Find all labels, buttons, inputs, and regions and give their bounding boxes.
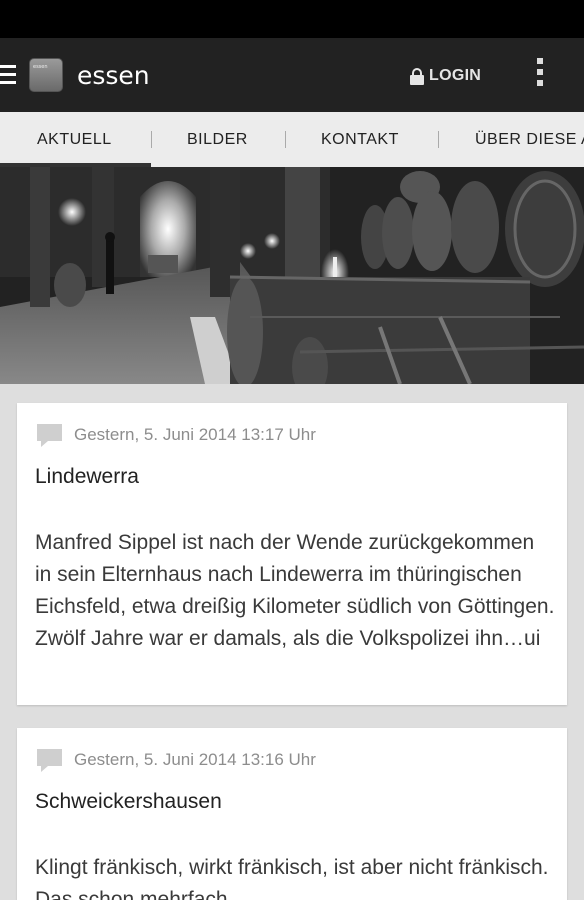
- article-title[interactable]: Schweickershausen: [35, 790, 222, 814]
- app-logo-text: essen: [33, 64, 48, 70]
- login-button[interactable]: LOGIN: [410, 65, 481, 87]
- article-meta: Gestern, 5. Juni 2014 13:17 Uhr: [37, 423, 316, 447]
- article-excerpt: Manfred Sippel ist nach der Wende zurück…: [35, 531, 555, 650]
- menu-icon[interactable]: [0, 65, 16, 85]
- article-date: Gestern, 5. Juni 2014 13:17 Uhr: [74, 425, 316, 444]
- article-date: Gestern, 5. Juni 2014 13:16 Uhr: [74, 750, 316, 769]
- tab-ueber[interactable]: ÜBER DIESE A: [475, 112, 584, 167]
- article-excerpt: Klingt fränkisch, wirkt fränkisch, ist a…: [35, 856, 549, 900]
- tab-divider: [151, 131, 152, 148]
- article-card[interactable]: Gestern, 5. Juni 2014 13:16 Uhr Schweick…: [17, 728, 567, 900]
- article-title[interactable]: Lindewerra: [35, 465, 139, 489]
- tab-divider: [285, 131, 286, 148]
- tab-aktuell[interactable]: AKTUELL: [0, 112, 151, 167]
- overflow-menu-icon[interactable]: [532, 58, 548, 94]
- tab-bilder[interactable]: BILDER: [187, 112, 248, 167]
- lock-icon: [410, 67, 424, 85]
- article-card[interactable]: Gestern, 5. Juni 2014 13:17 Uhr Lindewer…: [17, 403, 567, 705]
- comment-icon: [37, 424, 62, 447]
- app-logo[interactable]: essen: [29, 58, 63, 92]
- tab-divider: [438, 131, 439, 148]
- app-title: essen: [77, 61, 150, 90]
- article-meta: Gestern, 5. Juni 2014 13:16 Uhr: [37, 748, 316, 772]
- status-bar: [0, 0, 584, 38]
- tab-bar: AKTUELL BILDER KONTAKT ÜBER DIESE A: [0, 112, 584, 167]
- tab-kontakt[interactable]: KONTAKT: [321, 112, 399, 167]
- hero-image[interactable]: [0, 167, 584, 384]
- comment-icon: [37, 749, 62, 772]
- wine-cellar-photo: [0, 167, 584, 384]
- app-bar: essen essen LOGIN: [0, 38, 584, 112]
- login-label: LOGIN: [429, 67, 482, 84]
